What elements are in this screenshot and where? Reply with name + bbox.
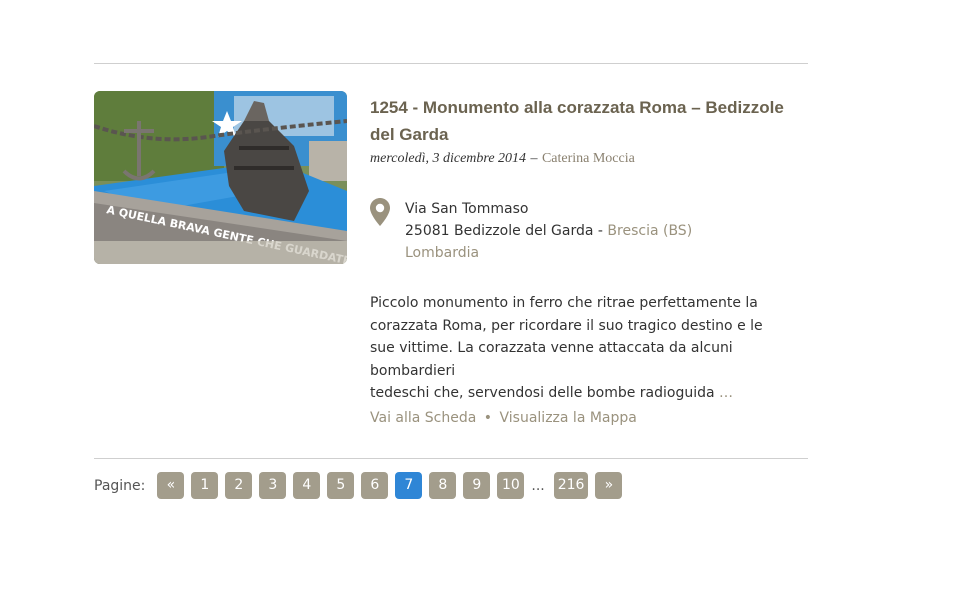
location-pin-icon	[370, 198, 390, 226]
page-button[interactable]: 9	[463, 472, 491, 499]
address-block: Via San Tommaso 25081 Bedizzole del Gard…	[405, 198, 692, 264]
post-actions: Vai alla Scheda • Visualizza la Mappa	[370, 410, 637, 426]
page-button[interactable]: 8	[429, 472, 457, 499]
page-button[interactable]: 3	[259, 472, 287, 499]
current-page-button[interactable]: 7	[395, 472, 423, 499]
page-button[interactable]: 4	[293, 472, 321, 499]
bottom-divider	[94, 458, 808, 459]
meta-dash: –	[530, 151, 538, 166]
post-excerpt: Piccolo monumento in ferro che ritrae pe…	[370, 292, 810, 405]
actions-separator: •	[483, 410, 493, 426]
page-button[interactable]: 1	[191, 472, 219, 499]
page-button[interactable]: 10	[497, 472, 525, 499]
prev-page-button[interactable]: «	[157, 472, 185, 499]
page-button[interactable]: 6	[361, 472, 389, 499]
read-more-link[interactable]: …	[719, 385, 733, 401]
last-page-button[interactable]: 216	[553, 472, 589, 499]
open-card-link[interactable]: Vai alla Scheda	[370, 410, 476, 426]
post-date: mercoledì, 3 dicembre 2014	[370, 151, 527, 166]
page-button[interactable]: 2	[225, 472, 253, 499]
top-divider	[94, 63, 808, 64]
post-title[interactable]: 1254 - Monumento alla corazzata Roma – B…	[370, 94, 810, 148]
pagination-label: Pagine:	[94, 477, 146, 494]
pagination-ellipsis: ...	[531, 477, 545, 494]
post-author[interactable]: Caterina Moccia	[542, 151, 635, 166]
next-page-button[interactable]: »	[595, 472, 623, 499]
monument-photo: A QUELLA BRAVA GENTE CHE GUARDATE IL MAR…	[94, 91, 347, 264]
monument-thumbnail[interactable]: A QUELLA BRAVA GENTE CHE GUARDATE IL MAR…	[94, 91, 347, 264]
pagination: Pagine: « 1 2 3 4 5 6 7 8 9 10 ... 216 »	[94, 472, 629, 499]
excerpt-text: Piccolo monumento in ferro che ritrae pe…	[370, 295, 763, 401]
show-map-link[interactable]: Visualizza la Mappa	[500, 410, 637, 426]
page-button[interactable]: 5	[327, 472, 355, 499]
post-meta: mercoledì, 3 dicembre 2014 – Caterina Mo…	[370, 149, 635, 168]
address-street: Via San Tommaso	[405, 201, 529, 217]
address-city: 25081 Bedizzole del Garda -	[405, 223, 603, 239]
province-link[interactable]: Brescia (BS)	[607, 223, 692, 239]
region-link[interactable]: Lombardia	[405, 242, 692, 264]
